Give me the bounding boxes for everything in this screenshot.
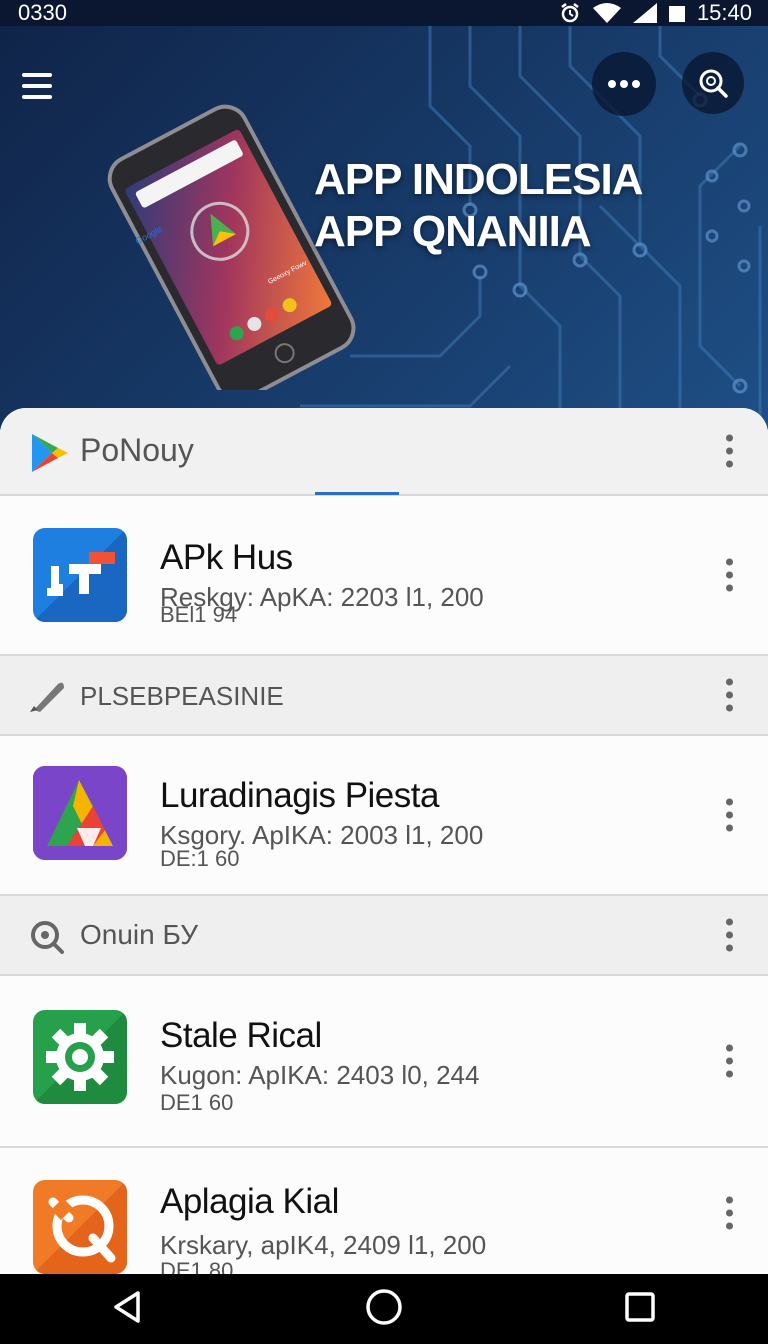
section-label: Onuin БУ xyxy=(80,919,199,950)
pen-icon xyxy=(28,678,68,714)
status-icons: 15:40 xyxy=(559,0,752,26)
content-sheet: PoNouy APk Hus Reskgy: ApKA: 2203 l1, 20… xyxy=(0,408,768,1274)
recents-button[interactable] xyxy=(620,1287,660,1332)
menu-bar xyxy=(22,84,52,88)
jt-app-icon xyxy=(33,528,127,622)
triangle-app-icon xyxy=(33,766,127,860)
search-icon xyxy=(699,69,728,98)
app-list-item[interactable]: Luradinagis Piesta Ksgory. ApIKA: 2003 l… xyxy=(0,736,768,896)
gear-app-icon xyxy=(33,1010,127,1104)
app-name: Luradinagis Piesta xyxy=(160,776,439,815)
app-more-button[interactable] xyxy=(720,798,738,832)
app-more-button[interactable] xyxy=(720,1196,738,1230)
menu-bar xyxy=(22,73,52,77)
status-time-right: 15:40 xyxy=(696,0,752,25)
alarm-icon xyxy=(559,2,581,24)
hero-title: APP INDOLESIA APP QNANIIA xyxy=(314,154,643,258)
section-more-button[interactable] xyxy=(720,678,738,712)
hero-banner: Google Geeoxy Fowv APP INDOLESIA APP QNA… xyxy=(0,26,768,430)
app-meta-line2: DE1 60 xyxy=(160,1090,234,1115)
back-button[interactable] xyxy=(108,1287,148,1332)
signal-icon xyxy=(632,3,657,23)
search-icon xyxy=(28,918,66,956)
hero-title-line1: APP INDOLESIA xyxy=(314,155,643,204)
tools-app-icon xyxy=(33,1180,127,1274)
section-label: PoNouy xyxy=(80,432,194,468)
status-bar: 0330 15:40 xyxy=(0,0,768,26)
menu-bar xyxy=(22,95,52,99)
hero-title-line2: APP QNANIIA xyxy=(314,207,592,256)
battery-icon xyxy=(668,4,685,22)
more-horizontal-icon xyxy=(608,80,640,88)
app-meta-line2: DE:1 60 xyxy=(160,846,240,871)
home-circle-icon xyxy=(366,1288,402,1325)
section-header-search[interactable]: Onuin БУ xyxy=(0,896,768,976)
status-time-left: 0330 xyxy=(18,0,67,25)
app-name: Aplagia Kial xyxy=(160,1182,339,1221)
app-list-item[interactable]: APk Hus Reskgy: ApKA: 2203 l1, 200 BEl1 … xyxy=(0,496,768,656)
app-list-item[interactable]: Aplagia Kial Krskary, apIK4, 2409 l1, 20… xyxy=(0,1148,768,1274)
app-more-button[interactable] xyxy=(720,558,738,592)
app-meta-line2: DE1 80 xyxy=(160,1258,234,1274)
section-label: PLSEBPEASINIE xyxy=(80,681,284,711)
app-meta-line1: Krskary, apIK4, 2409 l1, 200 xyxy=(160,1230,487,1260)
screen: 0330 15:40 Google Geeoxy Fowv APP INDOLE… xyxy=(0,0,768,1344)
play-store-icon xyxy=(28,432,70,474)
section-more-button[interactable] xyxy=(720,918,738,952)
app-meta-line2: BEl1 94 xyxy=(160,602,238,627)
tab-indicator xyxy=(315,492,399,495)
search-button[interactable] xyxy=(682,52,744,114)
back-triangle-icon xyxy=(114,1290,140,1323)
section-header-pen[interactable]: PLSEBPEASINIE xyxy=(0,656,768,736)
recents-square-icon xyxy=(625,1291,655,1322)
app-meta-line1: Ksgory. ApIKA: 2003 l1, 200 xyxy=(160,820,484,850)
home-button[interactable] xyxy=(364,1287,404,1332)
section-header-play[interactable]: PoNouy xyxy=(0,408,768,496)
app-name: APk Hus xyxy=(160,538,293,577)
app-list-item[interactable]: Stale Rical Kugon: ApIKA: 2403 l0, 244 D… xyxy=(0,976,768,1148)
wifi-icon xyxy=(592,3,621,23)
navigation-bar xyxy=(0,1274,768,1344)
menu-button[interactable] xyxy=(22,66,66,106)
more-options-button[interactable] xyxy=(592,52,656,116)
app-meta-line1: Kugon: ApIKA: 2403 l0, 244 xyxy=(160,1060,480,1090)
app-name: Stale Rical xyxy=(160,1016,322,1055)
section-more-button[interactable] xyxy=(720,434,738,468)
app-more-button[interactable] xyxy=(720,1044,738,1078)
